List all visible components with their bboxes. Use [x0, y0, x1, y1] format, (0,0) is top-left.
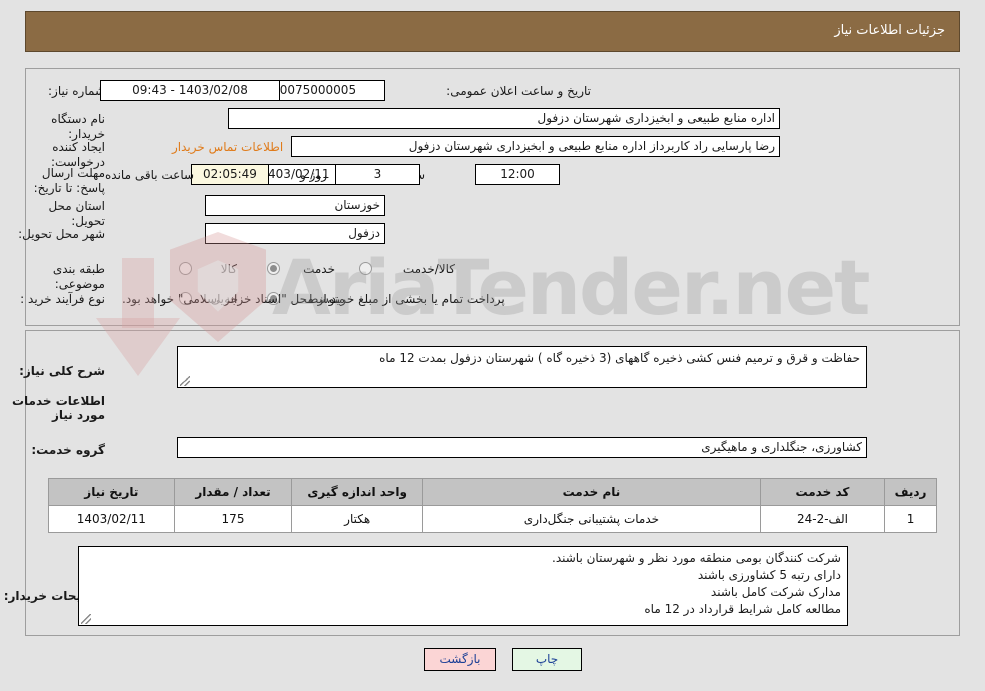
countdown-suffix-label: ساعت باقی مانده [105, 168, 195, 182]
cell-service-name: خدمات پشتیبانی جنگل‌داری [422, 505, 761, 533]
province-field[interactable]: خوزستان [205, 195, 385, 216]
buyer-contact-link[interactable]: اطلاعات تماس خریدار [172, 140, 283, 155]
buyer-note-line: مدارک شرکت کامل باشند [710, 585, 841, 599]
deadline-label: مهلت ارسال پاسخ: تا تاریخ: [33, 166, 105, 195]
process-type-label: نوع فرآیند خرید : [20, 292, 105, 306]
col-row-no: ردیف [884, 478, 937, 506]
col-need-date: تاریخ نیاز [48, 478, 175, 506]
cell-quantity: 175 [173, 505, 293, 533]
city-label: شهر محل تحویل: [18, 227, 105, 241]
countdown-timer-field: 02:05:49 [191, 164, 269, 185]
cell-service-code: الف-2-24 [759, 505, 886, 533]
resize-grip-icon[interactable] [81, 614, 91, 624]
page-title-bar: جزئیات اطلاعات نیاز [25, 11, 960, 52]
requester-field[interactable]: رضا پارسایی راد کاربرداز اداره منابع طبی… [291, 136, 780, 157]
services-table: ردیف کد خدمت نام خدمت واحد اندازه گیری ت… [48, 478, 937, 533]
col-unit: واحد اندازه گیری [291, 478, 424, 506]
remaining-days-field[interactable]: 3 [335, 164, 420, 185]
deadline-time-field[interactable]: 12:00 [475, 164, 560, 185]
page-title: جزئیات اطلاعات نیاز [834, 23, 945, 38]
days-suffix-label: روز و [300, 168, 327, 182]
radio-category-khedmat[interactable] [267, 262, 280, 275]
buyer-notes-textarea[interactable]: شرکت کنندگان بومی منطقه مورد نظر و شهرست… [78, 546, 848, 626]
announce-label: تاریخ و ساعت اعلان عمومی: [446, 84, 591, 98]
radio-category-khedmat-label: خدمت [303, 262, 335, 276]
cell-need-date: 1403/02/11 [48, 505, 175, 533]
cell-row-no: 1 [884, 505, 937, 533]
cell-unit: هکتار [291, 505, 424, 533]
city-field[interactable]: دزفول [205, 223, 385, 244]
buyer-org-field[interactable]: اداره منابع طبیعی و ابخیزداری شهرستان دز… [228, 108, 780, 129]
category-label: طبقه بندی موضوعی: [52, 262, 105, 291]
radio-category-kala-khedmat[interactable] [359, 262, 372, 275]
service-group-label: گروه خدمت: [31, 443, 105, 457]
col-service-name: نام خدمت [422, 478, 761, 506]
page-root: AriaTender.net جزئیات اطلاعات نیاز شماره… [0, 0, 985, 691]
radio-category-kala[interactable] [179, 262, 192, 275]
col-service-code: کد خدمت [759, 478, 886, 506]
summary-text: حفاظت و قرق و ترمیم فنس کشی ذخیره گاههای… [379, 351, 860, 365]
back-button[interactable]: بازگشت [424, 648, 496, 671]
services-heading: اطلاعات خدمات مورد نیاز [11, 394, 105, 422]
payment-note: پرداخت تمام یا بخشی از مبلغ خرید،از محل … [122, 292, 505, 306]
province-label: استان محل تحویل: [48, 199, 105, 228]
radio-category-kala-label: کالا [220, 262, 237, 276]
table-row[interactable]: 1 الف-2-24 خدمات پشتیبانی جنگل‌داری هکتا… [48, 505, 937, 533]
resize-grip-icon[interactable] [180, 376, 190, 386]
service-group-field[interactable]: کشاورزی، جنگلداری و ماهیگیری [177, 437, 867, 458]
need-number-label: شماره نیاز: [48, 84, 105, 98]
buyer-note-line: شرکت کنندگان بومی منطقه مورد نظر و شهرست… [552, 551, 841, 565]
buyer-org-label: نام دستگاه خریدار: [51, 112, 105, 141]
buyer-note-line: دارای رتبه 5 کشاورزی باشند [697, 568, 841, 582]
announce-datetime-field[interactable]: 1403/02/08 - 09:43 [100, 80, 280, 101]
col-quantity: تعداد / مقدار [173, 478, 293, 506]
table-header-row: ردیف کد خدمت نام خدمت واحد اندازه گیری ت… [48, 478, 937, 506]
print-button[interactable]: چاپ [512, 648, 582, 671]
buyer-note-line: مطالعه کامل شرایط قرارداد در 12 ماه [644, 602, 841, 616]
summary-textarea[interactable]: حفاظت و قرق و ترمیم فنس کشی ذخیره گاههای… [177, 346, 867, 388]
radio-category-kala-khedmat-label: کالا/خدمت [402, 262, 455, 276]
summary-label: شرح کلی نیاز: [19, 364, 105, 378]
need-info-panel [25, 68, 960, 326]
